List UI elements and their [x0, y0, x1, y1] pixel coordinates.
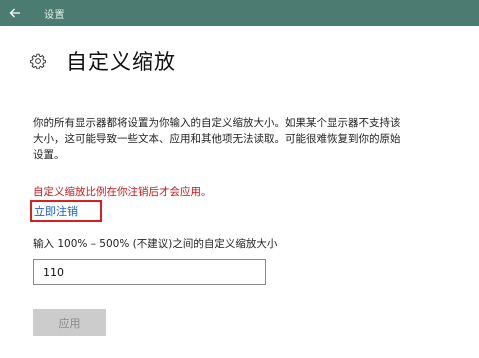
title-bar: 设置 [0, 0, 479, 26]
custom-scale-input[interactable] [33, 259, 266, 285]
gear-icon [30, 53, 46, 69]
back-button[interactable] [0, 0, 30, 26]
sign-out-now-link[interactable]: 立即注销 [30, 200, 102, 222]
description-text: 你的所有显示器都将设置为你输入的自定义缩放大小。如果某个显示器不支持该大小，这可… [33, 117, 401, 161]
apply-button[interactable]: 应用 [33, 309, 106, 336]
page-title: 自定义缩放 [66, 50, 176, 74]
back-arrow-icon [9, 8, 20, 18]
scale-input-label: 输入 100% – 500% (不建议)之间的自定义缩放大小 [33, 238, 278, 250]
page-heading: 自定义缩放 [30, 46, 176, 76]
signout-warning: 自定义缩放比例在你注销后才会应用。 [33, 186, 212, 198]
window-title: 设置 [44, 9, 65, 21]
sign-out-now-label: 立即注销 [34, 205, 78, 218]
